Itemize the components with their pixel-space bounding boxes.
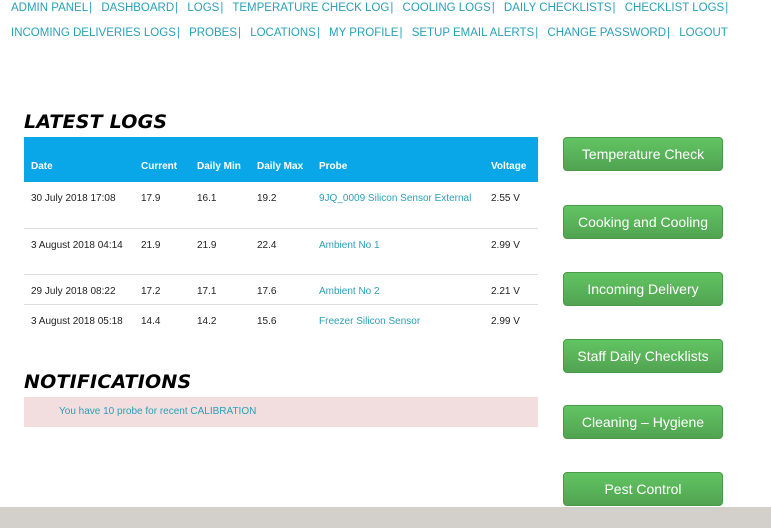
notification-alert: You have 10 probe for recent CALIBRATION [24, 397, 538, 427]
nav-logs[interactable]: LOGS [187, 2, 219, 14]
cell-date: 3 August 2018 05:18 [31, 315, 123, 327]
cell-daily-max: 17.6 [250, 274, 312, 305]
nav-separator: | [491, 2, 495, 14]
cell-daily-min: 21.9 [190, 228, 250, 275]
cleaning-hygiene-button[interactable]: Cleaning – Hygiene [563, 405, 723, 439]
header-probe: Probe [312, 137, 484, 182]
header-daily-max: Daily Max [250, 137, 312, 182]
nav-probes[interactable]: PROBES [189, 27, 237, 39]
temperature-check-button[interactable]: Temperature Check [563, 137, 723, 171]
cell-current: 17.9 [134, 182, 190, 229]
cell-daily-max: 15.6 [257, 315, 277, 327]
table-row: 3 August 2018 04:14 21.9 21.9 22.4 Ambie… [24, 228, 538, 275]
incoming-delivery-button[interactable]: Incoming Delivery [563, 272, 723, 306]
table-header: Date Current Daily Min Daily Max Probe V… [24, 137, 538, 182]
nav-row-1: ADMIN PANEL| DASHBOARD| LOGS| TEMPERATUR… [11, 0, 761, 25]
nav-separator: | [316, 27, 320, 39]
cell-daily-min: 16.1 [190, 182, 250, 229]
pest-control-button[interactable]: Pest Control [563, 472, 723, 506]
nav-setup-email-alerts[interactable]: SETUP EMAIL ALERTS [412, 27, 535, 39]
cell-probe-link[interactable]: 9JQ_0009 Silicon Sensor External [312, 182, 484, 229]
cell-probe-link[interactable]: Freezer Silicon Sensor [312, 304, 484, 350]
nav-admin-panel[interactable]: ADMIN PANEL [11, 2, 88, 14]
nav-row-2: INCOMING DELIVERIES LOGS| PROBES| LOCATI… [11, 25, 761, 50]
header-current: Current [134, 137, 190, 182]
nav-my-profile[interactable]: MY PROFILE [329, 27, 398, 39]
nav-separator: | [89, 2, 93, 14]
footer-bar [0, 507, 771, 528]
top-navigation: ADMIN PANEL| DASHBOARD| LOGS| TEMPERATUR… [11, 0, 761, 50]
nav-locations[interactable]: LOCATIONS [250, 27, 316, 39]
table-row: 3 August 2018 05:18 14.4 14.2 15.6 Freez… [24, 304, 538, 350]
cell-date: 30 July 2018 17:08 [24, 182, 134, 229]
nav-separator: | [612, 2, 616, 14]
notifications-title: NOTIFICATIONS [24, 371, 192, 393]
nav-separator: | [725, 2, 729, 14]
nav-cooling-logs[interactable]: COOLING LOGS [403, 2, 491, 14]
cell-date: 29 July 2018 08:22 [24, 274, 134, 305]
nav-separator: | [390, 2, 394, 14]
cell-current: 17.2 [134, 274, 190, 305]
cell-probe-link[interactable]: Ambient No 1 [312, 228, 484, 275]
table-row: 30 July 2018 17:08 17.9 16.1 19.2 9JQ_00… [24, 182, 538, 229]
cell-daily-max: 19.2 [250, 182, 312, 229]
cell-daily-max: 22.4 [250, 228, 312, 275]
cell-probe-link[interactable]: Ambient No 2 [312, 274, 484, 305]
nav-separator: | [535, 27, 539, 39]
cell-date: 3 August 2018 04:14 [24, 228, 134, 275]
nav-incoming-deliveries-logs[interactable]: INCOMING DELIVERIES LOGS [11, 27, 176, 39]
cell-voltage: 2.99 V [484, 228, 538, 275]
cooking-and-cooling-button[interactable]: Cooking and Cooling [563, 205, 723, 239]
nav-dashboard[interactable]: DASHBOARD [101, 2, 174, 14]
nav-separator: | [175, 2, 179, 14]
cell-voltage: 2.21 V [484, 274, 538, 305]
nav-change-password[interactable]: CHANGE PASSWORD [547, 27, 666, 39]
latest-logs-title: LATEST LOGS [24, 111, 168, 133]
header-daily-min: Daily Min [190, 137, 250, 182]
cell-current: 21.9 [134, 228, 190, 275]
table-body: 30 July 2018 17:08 17.9 16.1 19.2 9JQ_00… [24, 182, 538, 350]
nav-separator: | [399, 27, 403, 39]
nav-separator: | [220, 2, 224, 14]
cell-voltage: 2.55 V [484, 182, 538, 229]
nav-checklist-logs[interactable]: CHECKLIST LOGS [625, 2, 725, 14]
nav-separator: | [176, 27, 180, 39]
cell-current: 14.4 [141, 315, 161, 327]
notification-message[interactable]: You have 10 probe for recent CALIBRATION [59, 406, 256, 417]
table-header-row: Date Current Daily Min Daily Max Probe V… [24, 137, 538, 182]
cell-voltage: 2.99 V [491, 315, 520, 327]
header-date: Date [24, 137, 134, 182]
staff-daily-checklists-button[interactable]: Staff Daily Checklists [563, 339, 723, 373]
cell-daily-min: 17.1 [190, 274, 250, 305]
latest-logs-table: Date Current Daily Min Daily Max Probe V… [24, 137, 538, 350]
nav-separator: | [238, 27, 242, 39]
cell-daily-min: 14.2 [197, 315, 217, 327]
nav-daily-checklists[interactable]: DAILY CHECKLISTS [504, 2, 612, 14]
nav-separator: | [667, 27, 671, 39]
nav-temperature-check-log[interactable]: TEMPERATURE CHECK LOG [232, 2, 389, 14]
nav-logout[interactable]: LOGOUT [679, 27, 728, 39]
header-voltage: Voltage [484, 137, 538, 182]
table-row: 29 July 2018 08:22 17.2 17.1 17.6 Ambien… [24, 274, 538, 305]
